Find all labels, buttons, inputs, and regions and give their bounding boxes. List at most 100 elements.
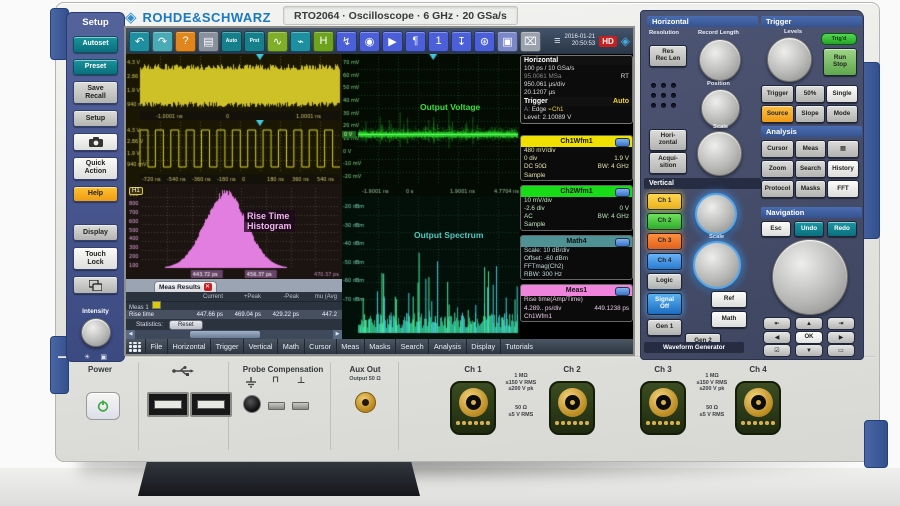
menu-item-analysis[interactable]: Analysis [428, 339, 465, 354]
usb-port-2[interactable] [190, 392, 232, 417]
analysis-button-fft[interactable]: FFT [827, 180, 859, 198]
analysis-button-cursor[interactable]: Cursor [761, 140, 794, 158]
analysis-button-search[interactable]: Search [795, 160, 826, 178]
res-reclen-button[interactable]: Res Rec Len [649, 45, 687, 67]
minimize-icon[interactable] [615, 287, 630, 297]
touch-icon[interactable]: ⌁ [290, 30, 311, 52]
probe-comp-pin-2[interactable] [292, 402, 309, 410]
help-button[interactable]: Help [73, 185, 118, 203]
trigger-level-knob[interactable] [767, 37, 812, 82]
autoset-icon[interactable]: Auto [221, 30, 242, 52]
menu-item-horizontal[interactable]: Horizontal [166, 339, 210, 354]
cursor-icon[interactable]: ↧ [451, 30, 472, 52]
undo-icon[interactable]: ↶ [129, 30, 150, 52]
channel-button-1[interactable]: Ch 1 [647, 193, 682, 210]
aux-out-connector[interactable] [355, 392, 376, 413]
signal-off-button[interactable]: Signal Off [647, 293, 682, 315]
h-position-knob[interactable] [701, 89, 740, 128]
trigger-menu-button[interactable]: Trigger [761, 85, 794, 103]
probe-comp-jack[interactable] [243, 395, 261, 413]
reset-button[interactable]: Reset [168, 319, 203, 330]
menu-item-vertical[interactable]: Vertical [243, 339, 277, 354]
bnc-connector-ch2[interactable] [549, 381, 595, 435]
signal-box-header[interactable]: Meas1 [521, 285, 632, 297]
preset-button[interactable]: Preset [73, 58, 118, 76]
open-file-icon[interactable]: ▤ [198, 30, 219, 52]
run-stop-button[interactable]: Run Stop [823, 48, 857, 76]
intensity-knob[interactable] [80, 317, 111, 347]
menu-item-search[interactable]: Search [394, 339, 428, 354]
v-scale-knob[interactable] [693, 241, 741, 289]
gen1-button[interactable]: Gen 1 [647, 319, 682, 336]
math-button[interactable]: Math [711, 311, 747, 328]
mode-button[interactable]: Mode [826, 105, 858, 123]
analysis-button-meas[interactable]: Meas [795, 140, 826, 158]
display-icon[interactable]: ◉ [359, 30, 380, 52]
nav-key-3[interactable]: ◀ [763, 330, 791, 344]
nav-key-6[interactable]: ☑ [763, 344, 791, 357]
nav-key-7[interactable]: ▼ [795, 344, 823, 357]
acquisition-button[interactable]: Acqui- sition [649, 152, 687, 174]
help-icon[interactable]: ? [175, 30, 196, 52]
minimize-icon[interactable] [615, 138, 630, 147]
histogram-panel[interactable]: H1 Rise Time Histogram [126, 184, 342, 279]
slope-button[interactable]: Slope [795, 105, 825, 123]
signal-box-meas1[interactable]: Meas1 Rise time(Amp/Time) 4.289.. ps/div 44… [520, 284, 633, 323]
channel-button-2[interactable]: Ch 2 [647, 213, 682, 230]
channel-button-4[interactable]: Ch 4 [647, 253, 682, 270]
waveform-panel-ch1-pulse[interactable] [126, 120, 342, 184]
apps-menu-icon[interactable] [129, 341, 141, 352]
analysis-button-history[interactable]: History [827, 160, 859, 178]
waveform-icon[interactable]: ∿ [267, 30, 288, 52]
bnc-connector-ch4[interactable] [735, 381, 781, 435]
analysis-button-masks[interactable]: Masks [795, 180, 826, 198]
signal-box-ch1wfm1[interactable]: Ch1Wfm1 480 mV/div 0 div 1.9 V DC 50Ω BW: 4 G… [520, 135, 633, 181]
menu-item-math[interactable]: Math [277, 339, 303, 354]
analysis-button-zoom[interactable]: Zoom [761, 160, 794, 178]
one-icon[interactable]: 1 [428, 30, 449, 52]
scroll-left-icon[interactable]: ◀ [126, 330, 135, 339]
nav-key-8[interactable]: ▭ [827, 344, 855, 357]
minimize-icon[interactable] [615, 187, 630, 197]
probe-comp-pin-1[interactable] [268, 402, 285, 410]
channel-button-3[interactable]: Ch 3 [647, 233, 682, 250]
navigation-knob[interactable] [772, 239, 848, 315]
star-icon[interactable]: ⊛ [474, 30, 495, 52]
nav-key-4[interactable]: OK [795, 330, 823, 344]
close-icon[interactable]: ✕ [203, 283, 212, 291]
ref-button[interactable]: Ref [711, 291, 747, 308]
scroll-thumb[interactable] [190, 331, 260, 338]
single-button[interactable]: Single [826, 85, 858, 103]
usb-port-1[interactable] [147, 392, 189, 417]
meas-results-tab[interactable]: Meas Results ✕ [154, 281, 217, 292]
screenshot-button[interactable] [73, 132, 118, 151]
menu-item-meas[interactable]: Meas [335, 339, 364, 354]
menu-item-cursor[interactable]: Cursor [303, 339, 336, 354]
bnc-connector-ch1[interactable] [450, 381, 496, 435]
nav-key-1[interactable]: ▲ [795, 317, 823, 330]
signal-box-math4[interactable]: Math4 Scale: 10 dB/div Offset: -60 dBm FFTm… [520, 234, 633, 281]
nav-key-2[interactable]: ⇥ [827, 317, 855, 330]
menu-item-tutorials[interactable]: Tutorials [499, 339, 538, 354]
logic-button[interactable]: Logic [647, 273, 682, 290]
display-button[interactable]: Display [73, 224, 118, 241]
fifty-percent-button[interactable]: 50% [795, 85, 825, 103]
undo-button[interactable]: Undo [794, 221, 824, 237]
quick-action-button[interactable]: Quick Action [73, 156, 118, 180]
source-button[interactable]: Source [761, 105, 794, 123]
output-spectrum-panel[interactable]: Output Spectrum [342, 196, 520, 339]
touch-lock-button[interactable]: Touch Lock [73, 246, 118, 271]
autoset-button[interactable]: Autoset [73, 36, 118, 53]
scroll-right-icon[interactable]: ▶ [333, 330, 342, 339]
analysis-button-protocol[interactable]: Protocol [761, 180, 794, 198]
menu-item-display[interactable]: Display [465, 339, 500, 354]
save-recall-button[interactable]: Save Recall [73, 81, 118, 105]
preset-icon[interactable]: Prst [244, 30, 265, 52]
play-icon[interactable]: ▶ [382, 30, 403, 52]
signal-box-header[interactable]: Math4 [521, 235, 632, 247]
menu-item-file[interactable]: File [145, 339, 167, 354]
waveform-panel-ch1-zoom[interactable] [126, 54, 342, 120]
analysis-button-[interactable]: ▦ [827, 140, 859, 158]
power-button[interactable] [86, 392, 120, 420]
redo-button[interactable]: Redo [827, 221, 857, 237]
